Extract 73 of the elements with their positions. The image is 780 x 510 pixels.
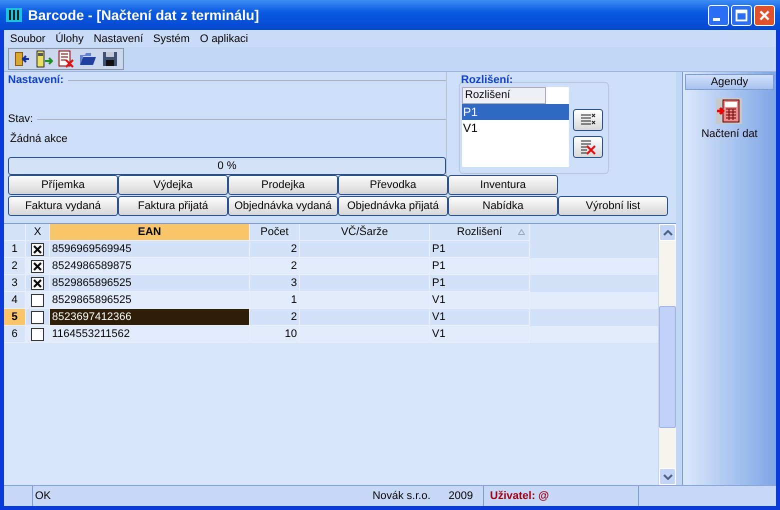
- door-exit-icon[interactable]: [13, 50, 31, 68]
- document-button[interactable]: Objednávka přijatá: [338, 196, 448, 216]
- user-label: Uživatel: @: [490, 490, 550, 502]
- column-header[interactable]: X: [26, 224, 50, 241]
- list-item[interactable]: P1: [462, 104, 569, 120]
- menu-item[interactable]: Úlohy: [55, 32, 84, 44]
- document-button[interactable]: Prodejka: [228, 175, 338, 195]
- menu-item[interactable]: Soubor: [10, 32, 46, 44]
- document-button[interactable]: Inventura: [448, 175, 558, 195]
- window-title: Barcode - [Načtení dat z terminálu]: [28, 7, 260, 23]
- section-title: Nastavení:: [8, 74, 64, 86]
- add-list-button[interactable]: [573, 109, 603, 131]
- close-button[interactable]: [754, 4, 775, 26]
- row-number: 2: [4, 258, 26, 275]
- document-button[interactable]: Výrobní list: [558, 196, 668, 216]
- column-header[interactable]: Počet: [250, 224, 300, 241]
- table-cell: 1164553211562: [50, 326, 250, 343]
- document-button[interactable]: Příjemka: [8, 175, 118, 195]
- menu-item[interactable]: Systém: [153, 32, 190, 44]
- scroll-thumb[interactable]: [659, 306, 676, 428]
- scrollbar[interactable]: [658, 224, 676, 485]
- table-cell: 8523697412366: [50, 309, 250, 326]
- checkbox[interactable]: [31, 260, 44, 272]
- row-number: 6: [4, 326, 26, 343]
- folder-icon[interactable]: [79, 50, 97, 68]
- column-header[interactable]: Rozlišení: [462, 87, 546, 104]
- checkbox[interactable]: [31, 242, 44, 256]
- company-name: Novák s.r.o.: [372, 490, 431, 502]
- year-text: 2009: [448, 490, 473, 502]
- document-button[interactable]: Objednávka vydaná: [228, 196, 338, 216]
- calculator-terminal-icon[interactable]: [716, 98, 742, 124]
- delete-list-button[interactable]: [573, 136, 603, 158]
- progress-reading: 0 %: [218, 160, 236, 172]
- section-title: Rozlišení:: [461, 74, 514, 86]
- minimize-button[interactable]: [708, 4, 729, 26]
- row-number: 3: [4, 275, 26, 292]
- column-header[interactable]: EAN: [50, 224, 250, 241]
- document-button[interactable]: Převodka: [338, 175, 448, 195]
- delete-list-icon[interactable]: [57, 50, 75, 68]
- document-button[interactable]: Nabídka: [448, 196, 558, 216]
- panel-header: Agendy: [685, 74, 774, 90]
- row-number: 5: [4, 309, 26, 326]
- scroll-down-button[interactable]: [659, 468, 676, 485]
- row-number: 1: [4, 241, 26, 258]
- checkbox[interactable]: [31, 310, 44, 324]
- app-icon: [5, 6, 23, 24]
- save-icon[interactable]: [101, 50, 119, 68]
- menu-item[interactable]: Nastavení: [94, 32, 144, 44]
- status-message: OK: [35, 490, 51, 502]
- document-button[interactable]: Faktura přijatá: [118, 196, 228, 216]
- list-item[interactable]: V1: [462, 120, 569, 136]
- menu-item[interactable]: O aplikaci: [200, 32, 248, 44]
- checkbox[interactable]: [31, 328, 44, 340]
- table-cell: V1: [430, 326, 530, 343]
- agenda-label[interactable]: Načtení dat: [701, 128, 758, 140]
- checkbox[interactable]: [31, 294, 44, 306]
- delete-list-icon: [579, 139, 597, 155]
- column-header[interactable]: VČ/Šarže: [300, 224, 430, 241]
- terminal-arrow-icon[interactable]: [35, 50, 53, 68]
- document-button[interactable]: Výdejka: [118, 175, 228, 195]
- checkbox[interactable]: [31, 276, 44, 290]
- column-header[interactable]: Rozlišení: [430, 224, 530, 241]
- sort-arrow-icon: [518, 229, 525, 235]
- chevron-up-icon: [662, 230, 672, 236]
- maximize-button[interactable]: [731, 4, 752, 26]
- state-label: Stav:: [8, 113, 34, 126]
- scroll-up-button[interactable]: [659, 224, 676, 241]
- row-number: 4: [4, 292, 26, 309]
- table-cell: 10: [250, 326, 300, 343]
- chevron-down-icon: [662, 474, 672, 480]
- state-text: Žádná akce: [10, 133, 68, 146]
- minimize-icon: [713, 18, 720, 20]
- document-button[interactable]: Faktura vydaná: [8, 196, 118, 216]
